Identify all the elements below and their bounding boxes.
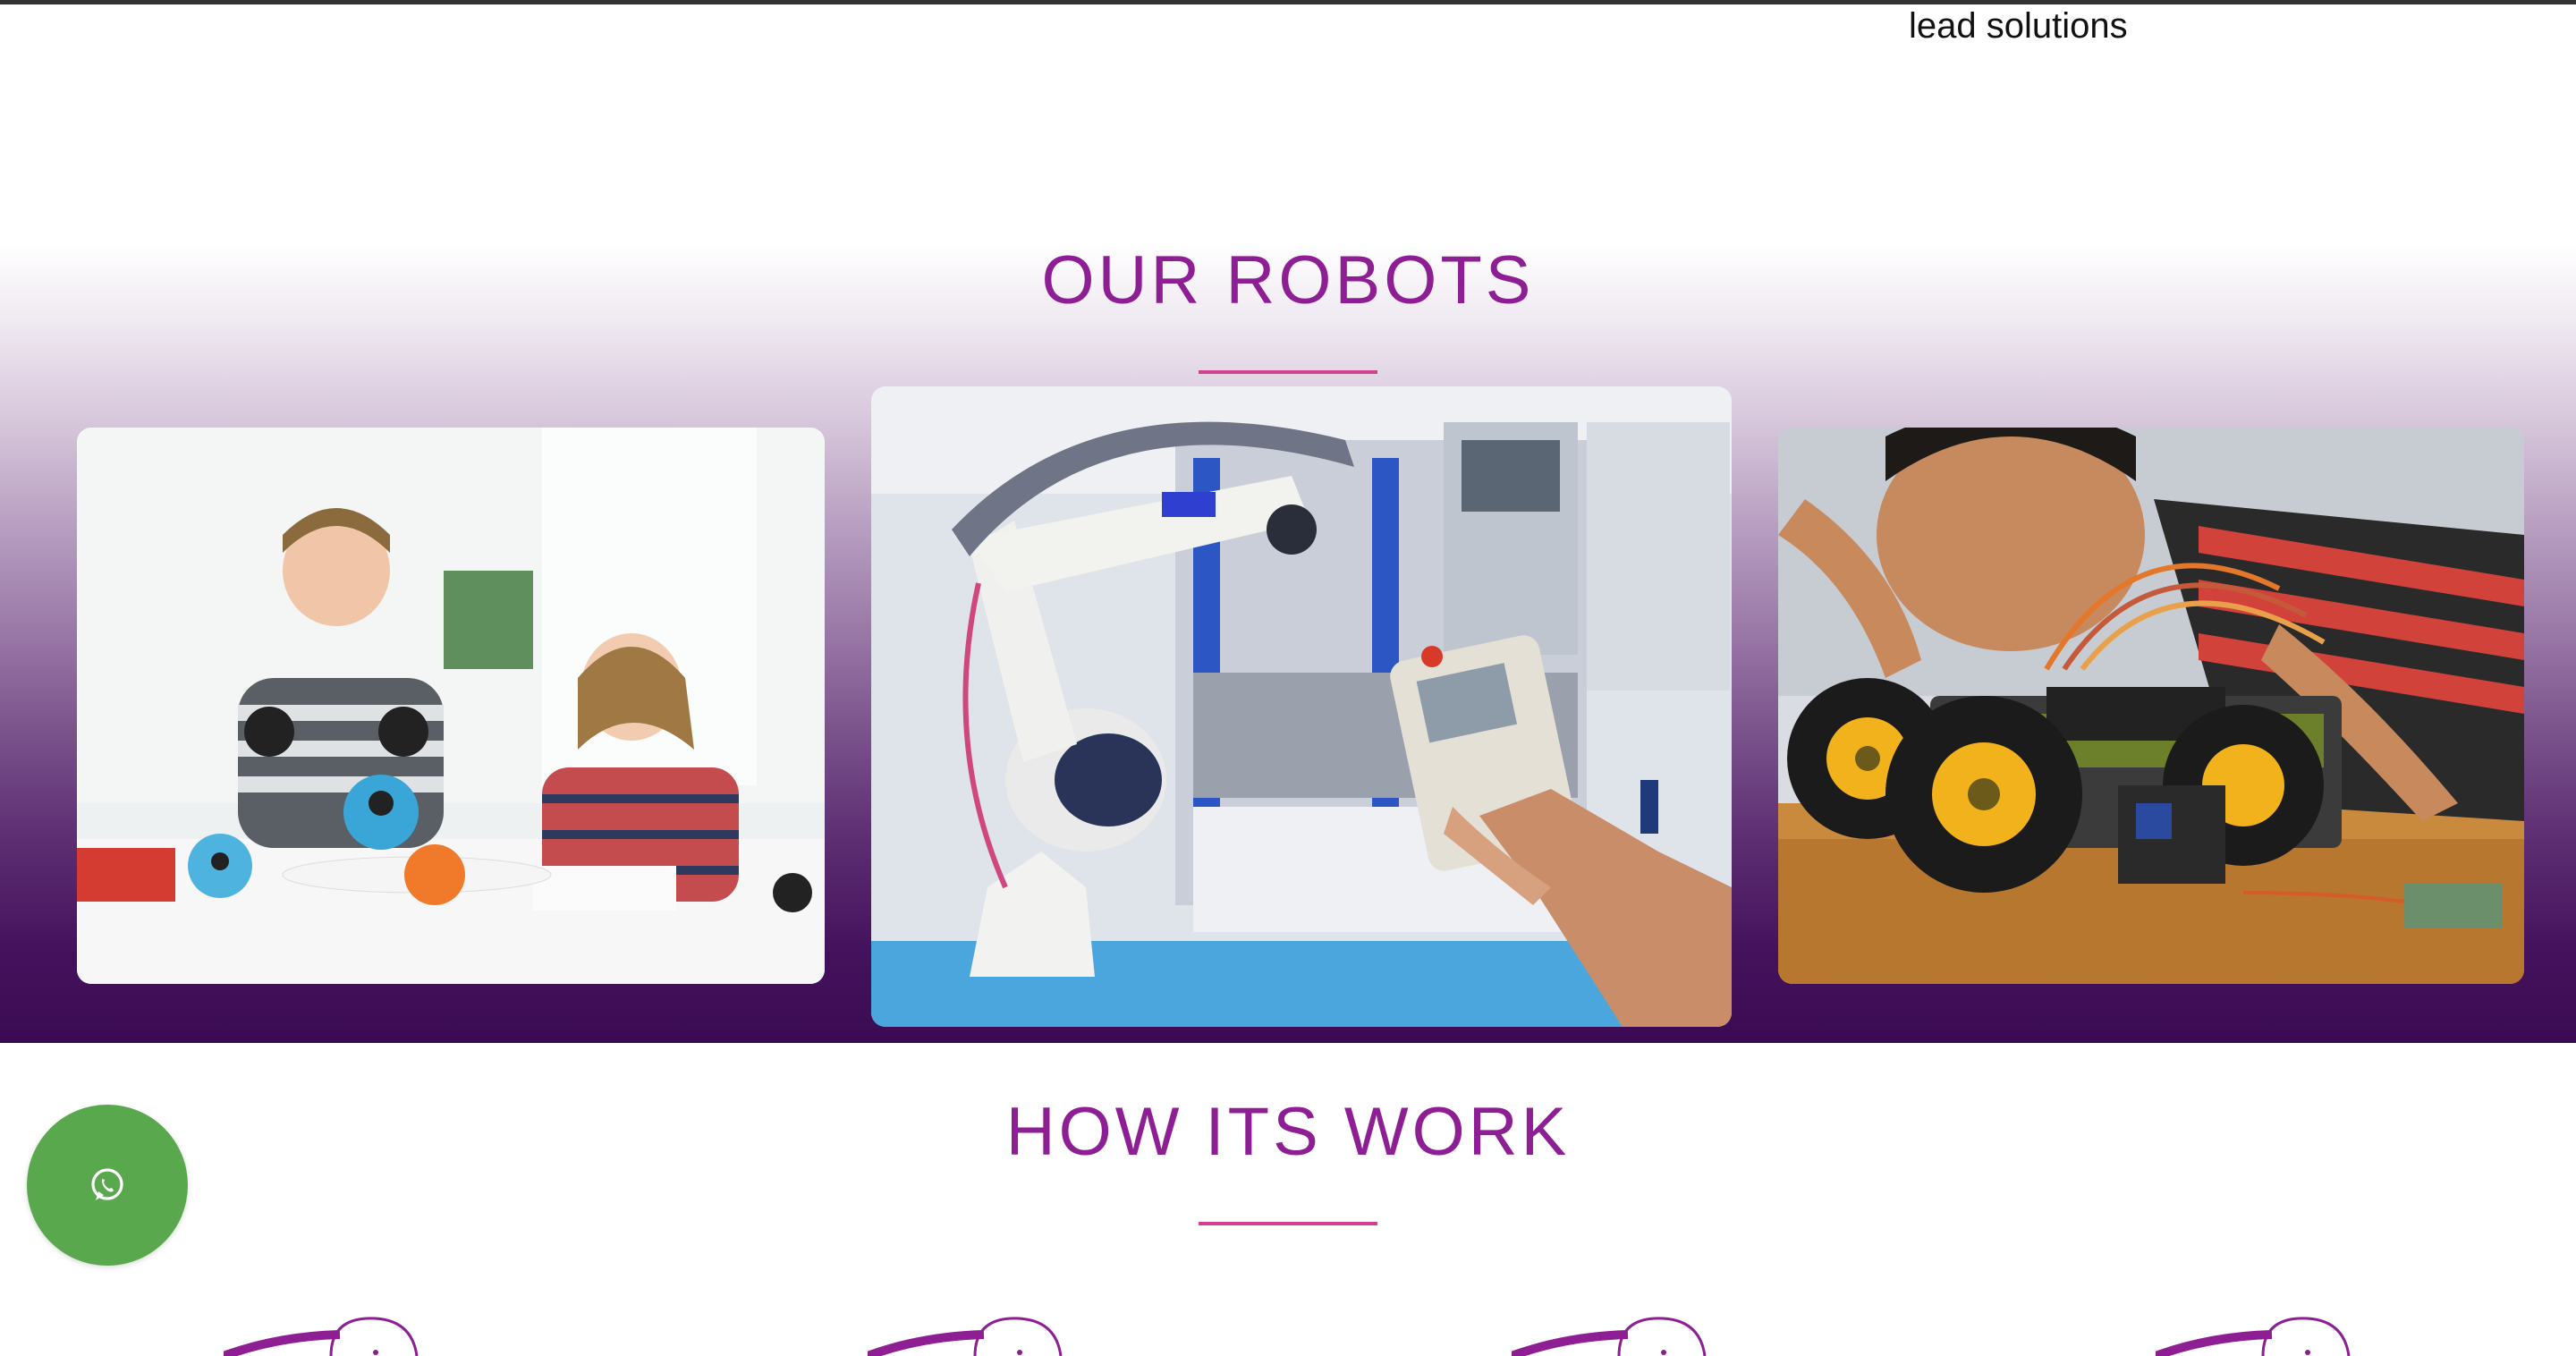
robot-card-builder[interactable]	[1778, 428, 2524, 984]
step-icon	[868, 1315, 1082, 1356]
whatsapp-icon	[91, 1168, 123, 1200]
robot-card-industrial[interactable]	[871, 386, 1732, 1027]
step-icon	[2156, 1315, 2370, 1356]
step-icon	[1512, 1315, 1726, 1356]
our-robots-section: OUR ROBOTS	[0, 242, 2576, 1043]
section-title-how-it-works: HOW ITS WORK	[1005, 1094, 1571, 1170]
title-underline-how	[1199, 1222, 1377, 1225]
robot-card-kids[interactable]	[77, 428, 825, 984]
title-underline	[1199, 370, 1377, 374]
whatsapp-button[interactable]	[27, 1105, 188, 1266]
robot-car-image	[1778, 428, 2524, 984]
top-border	[0, 0, 2576, 4]
industrial-robot-image	[871, 386, 1732, 1027]
section-title-our-robots: OUR ROBOTS	[1041, 242, 1535, 318]
kids-robots-image	[77, 428, 825, 984]
step-icon	[224, 1315, 438, 1356]
partial-header-text: lead solutions	[1909, 6, 2128, 46]
